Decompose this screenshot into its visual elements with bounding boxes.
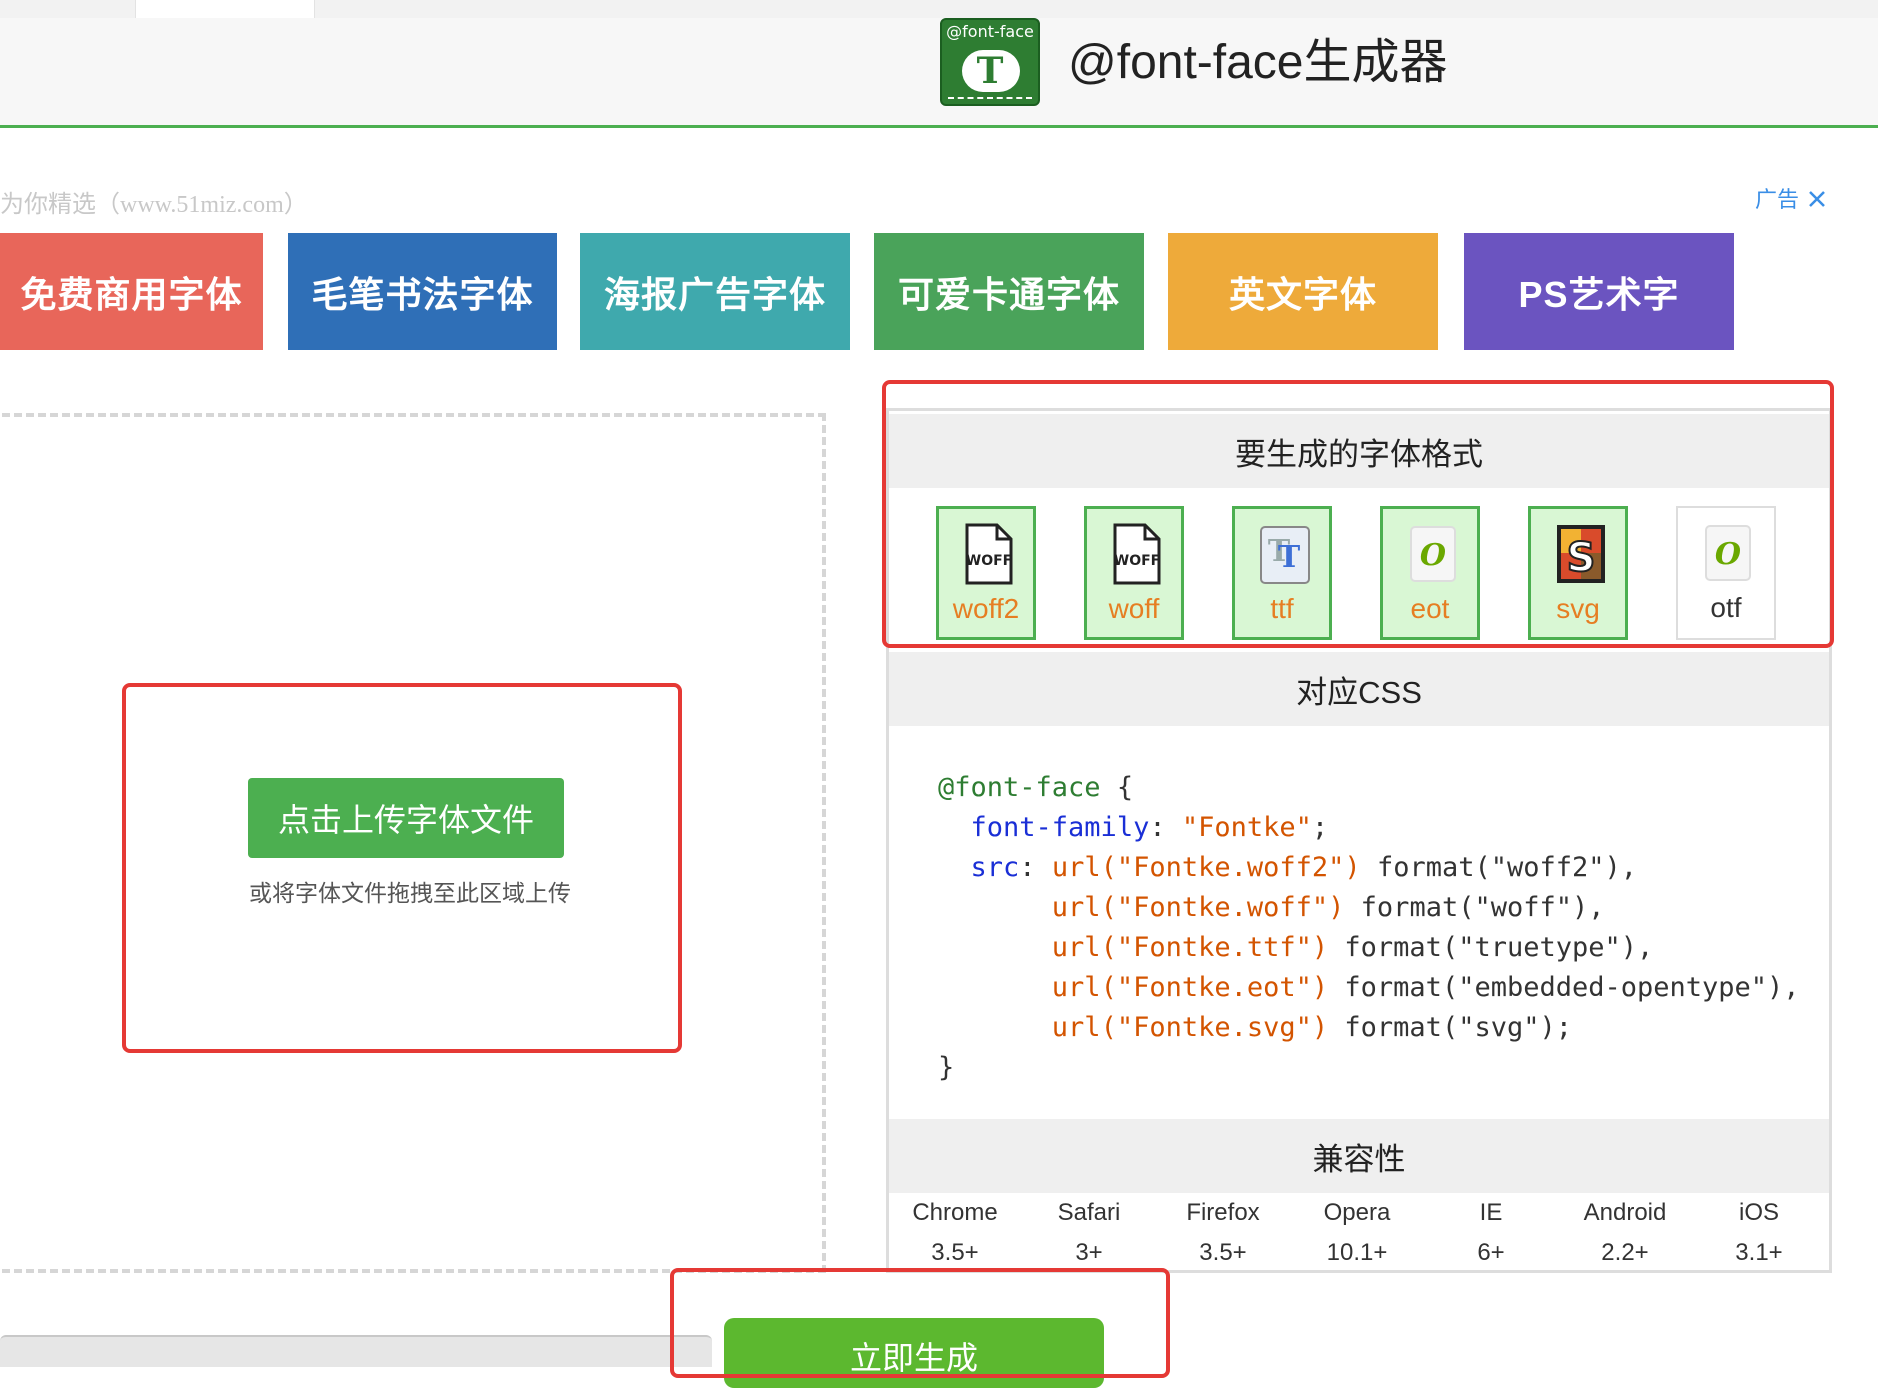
browser-name: Safari — [1057, 1199, 1121, 1226]
css-src-url: url("Fontke.svg") — [1051, 1012, 1329, 1043]
browser-tab-active[interactable] — [135, 0, 315, 18]
browser-version: 6+ — [1477, 1239, 1505, 1266]
browser-version: 2.2+ — [1601, 1239, 1649, 1266]
css-src-url: url("Fontke.eot") — [1051, 972, 1329, 1003]
browser-name: iOS — [1738, 1199, 1779, 1226]
compat-opera: Opera 10.1+ — [1290, 1193, 1424, 1273]
css-family-value: "Fontke" — [1181, 812, 1312, 843]
site-title: @font-face生成器 — [1068, 36, 1448, 89]
site-logo[interactable]: @font-face T — [940, 18, 1040, 106]
ad-tile-label: 英文字体 — [1228, 273, 1377, 315]
css-src-url: url("Fontke.ttf") — [1051, 932, 1329, 963]
browser-version: 3.5+ — [931, 1239, 979, 1266]
css-src-prop: src — [970, 852, 1020, 883]
ad-tile-english[interactable]: 英文字体 — [1168, 233, 1438, 350]
css-src-url: url("Fontke.woff") — [1051, 892, 1345, 923]
compat-safari: Safari 3+ — [1022, 1193, 1156, 1273]
css-code-block[interactable]: @font-face { font-family: "Fontke"; src:… — [938, 768, 1800, 1088]
browser-name: IE — [1479, 1199, 1503, 1226]
ad-tile-label: 可爱卡通字体 — [897, 273, 1120, 315]
ad-tile-label: 海报广告字体 — [603, 273, 826, 315]
ad-tile-label: 免费商用字体 — [20, 273, 243, 315]
ad-text: 广告 — [1755, 187, 1800, 212]
ad-tile-free-commercial[interactable]: 免费商用字体 — [0, 233, 263, 350]
close-icon[interactable] — [1807, 189, 1827, 209]
ad-tile-label: 毛笔书法字体 — [311, 273, 534, 315]
compat-chrome: Chrome 3.5+ — [888, 1193, 1022, 1273]
ad-tile-ps-art[interactable]: PS艺术字 — [1464, 233, 1734, 350]
bottom-bar — [0, 1335, 712, 1367]
browser-name: Firefox — [1186, 1199, 1260, 1226]
highlight-upload — [122, 683, 682, 1053]
browser-name: Opera — [1323, 1199, 1391, 1226]
compat-ie: IE 6+ — [1424, 1193, 1558, 1273]
browser-version: 3.5+ — [1199, 1239, 1247, 1266]
compat-title: 兼容性 — [889, 1119, 1829, 1193]
ad-tile-poster[interactable]: 海报广告字体 — [580, 233, 850, 350]
css-family-prop: font-family — [970, 812, 1150, 843]
ad-tile-cartoon[interactable]: 可爱卡通字体 — [874, 233, 1144, 350]
upload-hint: 或将字体文件拖拽至此区域上传 — [249, 880, 571, 906]
upload-font-button[interactable]: 点击上传字体文件 — [248, 778, 564, 858]
browser-version: 3+ — [1075, 1239, 1103, 1266]
css-src-format: format("svg"); — [1344, 1012, 1572, 1043]
browser-version: 10.1+ — [1326, 1239, 1388, 1266]
logo-letter: T — [976, 50, 1004, 92]
css-src-url: url("Fontke.woff2") — [1051, 852, 1361, 883]
ad-section-label: 为你精选（www.51miz.com） — [0, 192, 308, 218]
css-src-format: format("truetype"), — [1344, 932, 1654, 963]
compat-android: Android 2.2+ — [1558, 1193, 1692, 1273]
css-rule: @font-face — [938, 772, 1101, 803]
compat-ios: iOS 3.1+ — [1692, 1193, 1826, 1273]
css-title: 对应CSS — [889, 652, 1829, 726]
css-src-format: format("woff2"), — [1376, 852, 1638, 883]
css-close-brace: } — [938, 1052, 955, 1083]
browser-version: 3.1+ — [1735, 1239, 1783, 1266]
highlight-formats — [882, 380, 1834, 648]
css-src-format: format("embedded-opentype"), — [1344, 972, 1800, 1003]
browser-name: Android — [1583, 1199, 1667, 1226]
compat-firefox: Firefox 3.5+ — [1156, 1193, 1290, 1273]
ad-close[interactable]: 广告 — [1755, 182, 1827, 214]
logo-text: @font-face — [946, 22, 1034, 41]
css-src-format: format("woff"), — [1360, 892, 1605, 923]
site-header — [0, 18, 1878, 128]
ad-tile-label: PS艺术字 — [1518, 273, 1680, 315]
css-open-brace: { — [1116, 772, 1134, 803]
ad-tile-calligraphy[interactable]: 毛笔书法字体 — [288, 233, 557, 350]
logo-dash-line — [948, 97, 1032, 99]
browser-name: Chrome — [912, 1199, 998, 1226]
